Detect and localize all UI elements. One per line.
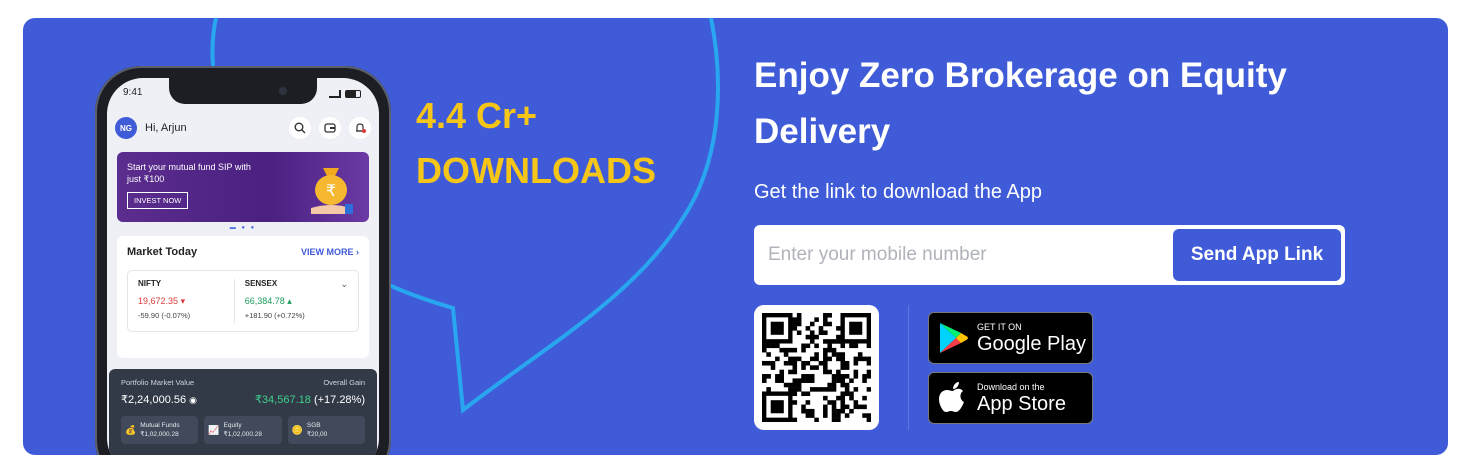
sensex-index[interactable]: SENSEX 66,384.78 ▴ +181.90 (+0.72%) (233, 279, 341, 323)
send-link-form: Send App Link (754, 225, 1345, 285)
sensex-value-row: 66,384.78 ▴ (245, 296, 341, 307)
page-title: Enjoy Zero Brokerage on Equity Delivery (754, 48, 1354, 160)
nifty-index[interactable]: NIFTY 19,672.35 ▾ -59.90 (-0.07%) (138, 279, 234, 323)
gain-pct: (+17.28%) (313, 394, 365, 406)
svg-text:₹: ₹ (326, 181, 336, 200)
app-store-small: Download on the (977, 381, 1045, 392)
view-more-link[interactable]: VIEW MORE › (301, 247, 359, 257)
gain-amount: ₹34,567.18 (254, 394, 311, 406)
portfolio-values: ₹2,24,000.56 ◉ ₹34,567.18 (+17.28%) (121, 393, 365, 406)
google-play-button[interactable]: GET IT ON Google Play (928, 312, 1093, 364)
app-store-big: App Store (977, 392, 1066, 415)
qr-code (754, 305, 879, 430)
market-today-card: Market Today VIEW MORE › NIFTY 19,672.35… (117, 236, 369, 358)
app-store-button[interactable]: Download on the App Store (928, 372, 1093, 424)
mobile-number-input[interactable] (768, 244, 1173, 266)
gain-wrap: ₹34,567.18 (+17.28%) (255, 393, 365, 406)
chip-text: Mutual Funds ₹1,02,000.28 (140, 421, 179, 439)
money-bag-icon: 💰 (125, 424, 137, 435)
phone-screen: 9:41 NG Hi, Arjun Start your mutual fund… (107, 78, 379, 455)
portfolio-label: Portfolio Market Value (121, 378, 195, 387)
arrow-up-icon: ▴ (287, 296, 292, 306)
nifty-name: NIFTY (138, 279, 162, 288)
portfolio-value-wrap: ₹2,24,000.56 ◉ (121, 393, 197, 406)
sensex-value: 66,384.78 (244, 296, 285, 306)
downloads-count: 4.4 Cr+ (416, 95, 538, 136)
qr-code-image (762, 313, 872, 423)
status-time: 9:41 (123, 87, 143, 98)
chip-text: SGB ₹20,00 (307, 421, 327, 439)
app-store-text: Download on the App Store (977, 382, 1066, 415)
app-download-banner: 9:41 NG Hi, Arjun Start your mutual fund… (23, 18, 1448, 455)
chevron-down-icon[interactable]: ⌄ (340, 279, 348, 323)
portfolio-labels: Portfolio Market Value Overall Gain (121, 378, 365, 387)
search-icon[interactable] (289, 117, 311, 139)
status-icons (329, 87, 361, 101)
nifty-value: 19,672.35 (138, 296, 179, 306)
money-bag-icon: ₹ (311, 168, 353, 214)
eye-icon[interactable]: ◉ (189, 395, 197, 405)
chip-value: ₹1,02,000.28 (140, 431, 179, 438)
apple-icon (939, 382, 964, 412)
subtitle: Get the link to download the App (754, 181, 1042, 203)
promo-text: Start your mutual fund SIP with just ₹10… (127, 162, 251, 184)
downloads-stat: 4.4 Cr+ DOWNLOADS (416, 88, 656, 198)
sensex-change: +181.90 (+0.72%) (244, 311, 305, 320)
battery-icon (345, 90, 361, 98)
chip-value: ₹1,02,000.28 (223, 431, 263, 438)
overall-gain-label: Overall Gain (323, 378, 365, 387)
chip-title: Equity (223, 422, 242, 429)
market-title: Market Today (127, 246, 198, 258)
avatar[interactable]: NG (115, 117, 137, 139)
invest-now-button[interactable]: INVEST NOW (127, 192, 189, 209)
chip-sgb[interactable]: 🪙 SGB ₹20,00 (287, 416, 365, 444)
google-play-text: GET IT ON Google Play (977, 322, 1086, 355)
chart-icon: 📈 (208, 424, 220, 435)
indices-box: NIFTY 19,672.35 ▾ -59.90 (-0.07%) SENSEX… (127, 270, 359, 332)
nifty-change: -59.90 (-0.07%) (138, 311, 191, 320)
chip-title: SGB (306, 422, 321, 429)
holdings-chips: 💰 Mutual Funds ₹1,02,000.28 📈 Equity ₹1,02… (121, 416, 365, 444)
send-app-link-button[interactable]: Send App Link (1173, 229, 1341, 281)
signal-icon (329, 90, 341, 98)
nifty-value-row: 19,672.35 ▾ (138, 296, 234, 307)
chevron-right-icon: › (356, 247, 359, 257)
bell-icon[interactable] (349, 117, 371, 139)
chip-value: ₹20,00 (306, 431, 328, 438)
carousel-dots: ▬ ● ● (229, 225, 257, 231)
divider (908, 305, 909, 430)
chip-mutual-funds[interactable]: 💰 Mutual Funds ₹1,02,000.28 (121, 416, 199, 444)
chip-text: Equity ₹1,02,000.28 (224, 421, 262, 439)
headline-line1: Enjoy Zero Brokerage on Equity (754, 56, 1287, 95)
google-play-icon (940, 323, 968, 353)
chip-title: Mutual Funds (140, 422, 180, 429)
portfolio-value: ₹2,24,000.56 (121, 394, 187, 406)
google-play-small: GET IT ON (977, 321, 1022, 332)
view-more-label: VIEW MORE (300, 247, 354, 257)
arrow-down-icon: ▾ (180, 296, 186, 306)
promo-banner[interactable]: Start your mutual fund SIP with just ₹10… (117, 152, 369, 222)
greeting-text: Hi, Arjun (145, 122, 187, 134)
chip-equity[interactable]: 📈 Equity ₹1,02,000.28 (204, 416, 282, 444)
status-bar: 9:41 (123, 87, 361, 101)
app-topbar: NG Hi, Arjun (115, 108, 371, 148)
portfolio-card[interactable]: Portfolio Market Value Overall Gain ₹2,2… (109, 369, 377, 455)
sensex-name: SENSEX (244, 279, 278, 288)
google-play-big: Google Play (977, 332, 1086, 355)
market-header: Market Today VIEW MORE › (127, 246, 359, 258)
gold-icon: 🪙 (291, 424, 303, 435)
wallet-icon[interactable] (319, 117, 341, 139)
downloads-label: DOWNLOADS (416, 150, 656, 191)
headline-line2: Delivery (754, 112, 891, 151)
phone-mockup: 9:41 NG Hi, Arjun Start your mutual fund… (95, 66, 391, 455)
